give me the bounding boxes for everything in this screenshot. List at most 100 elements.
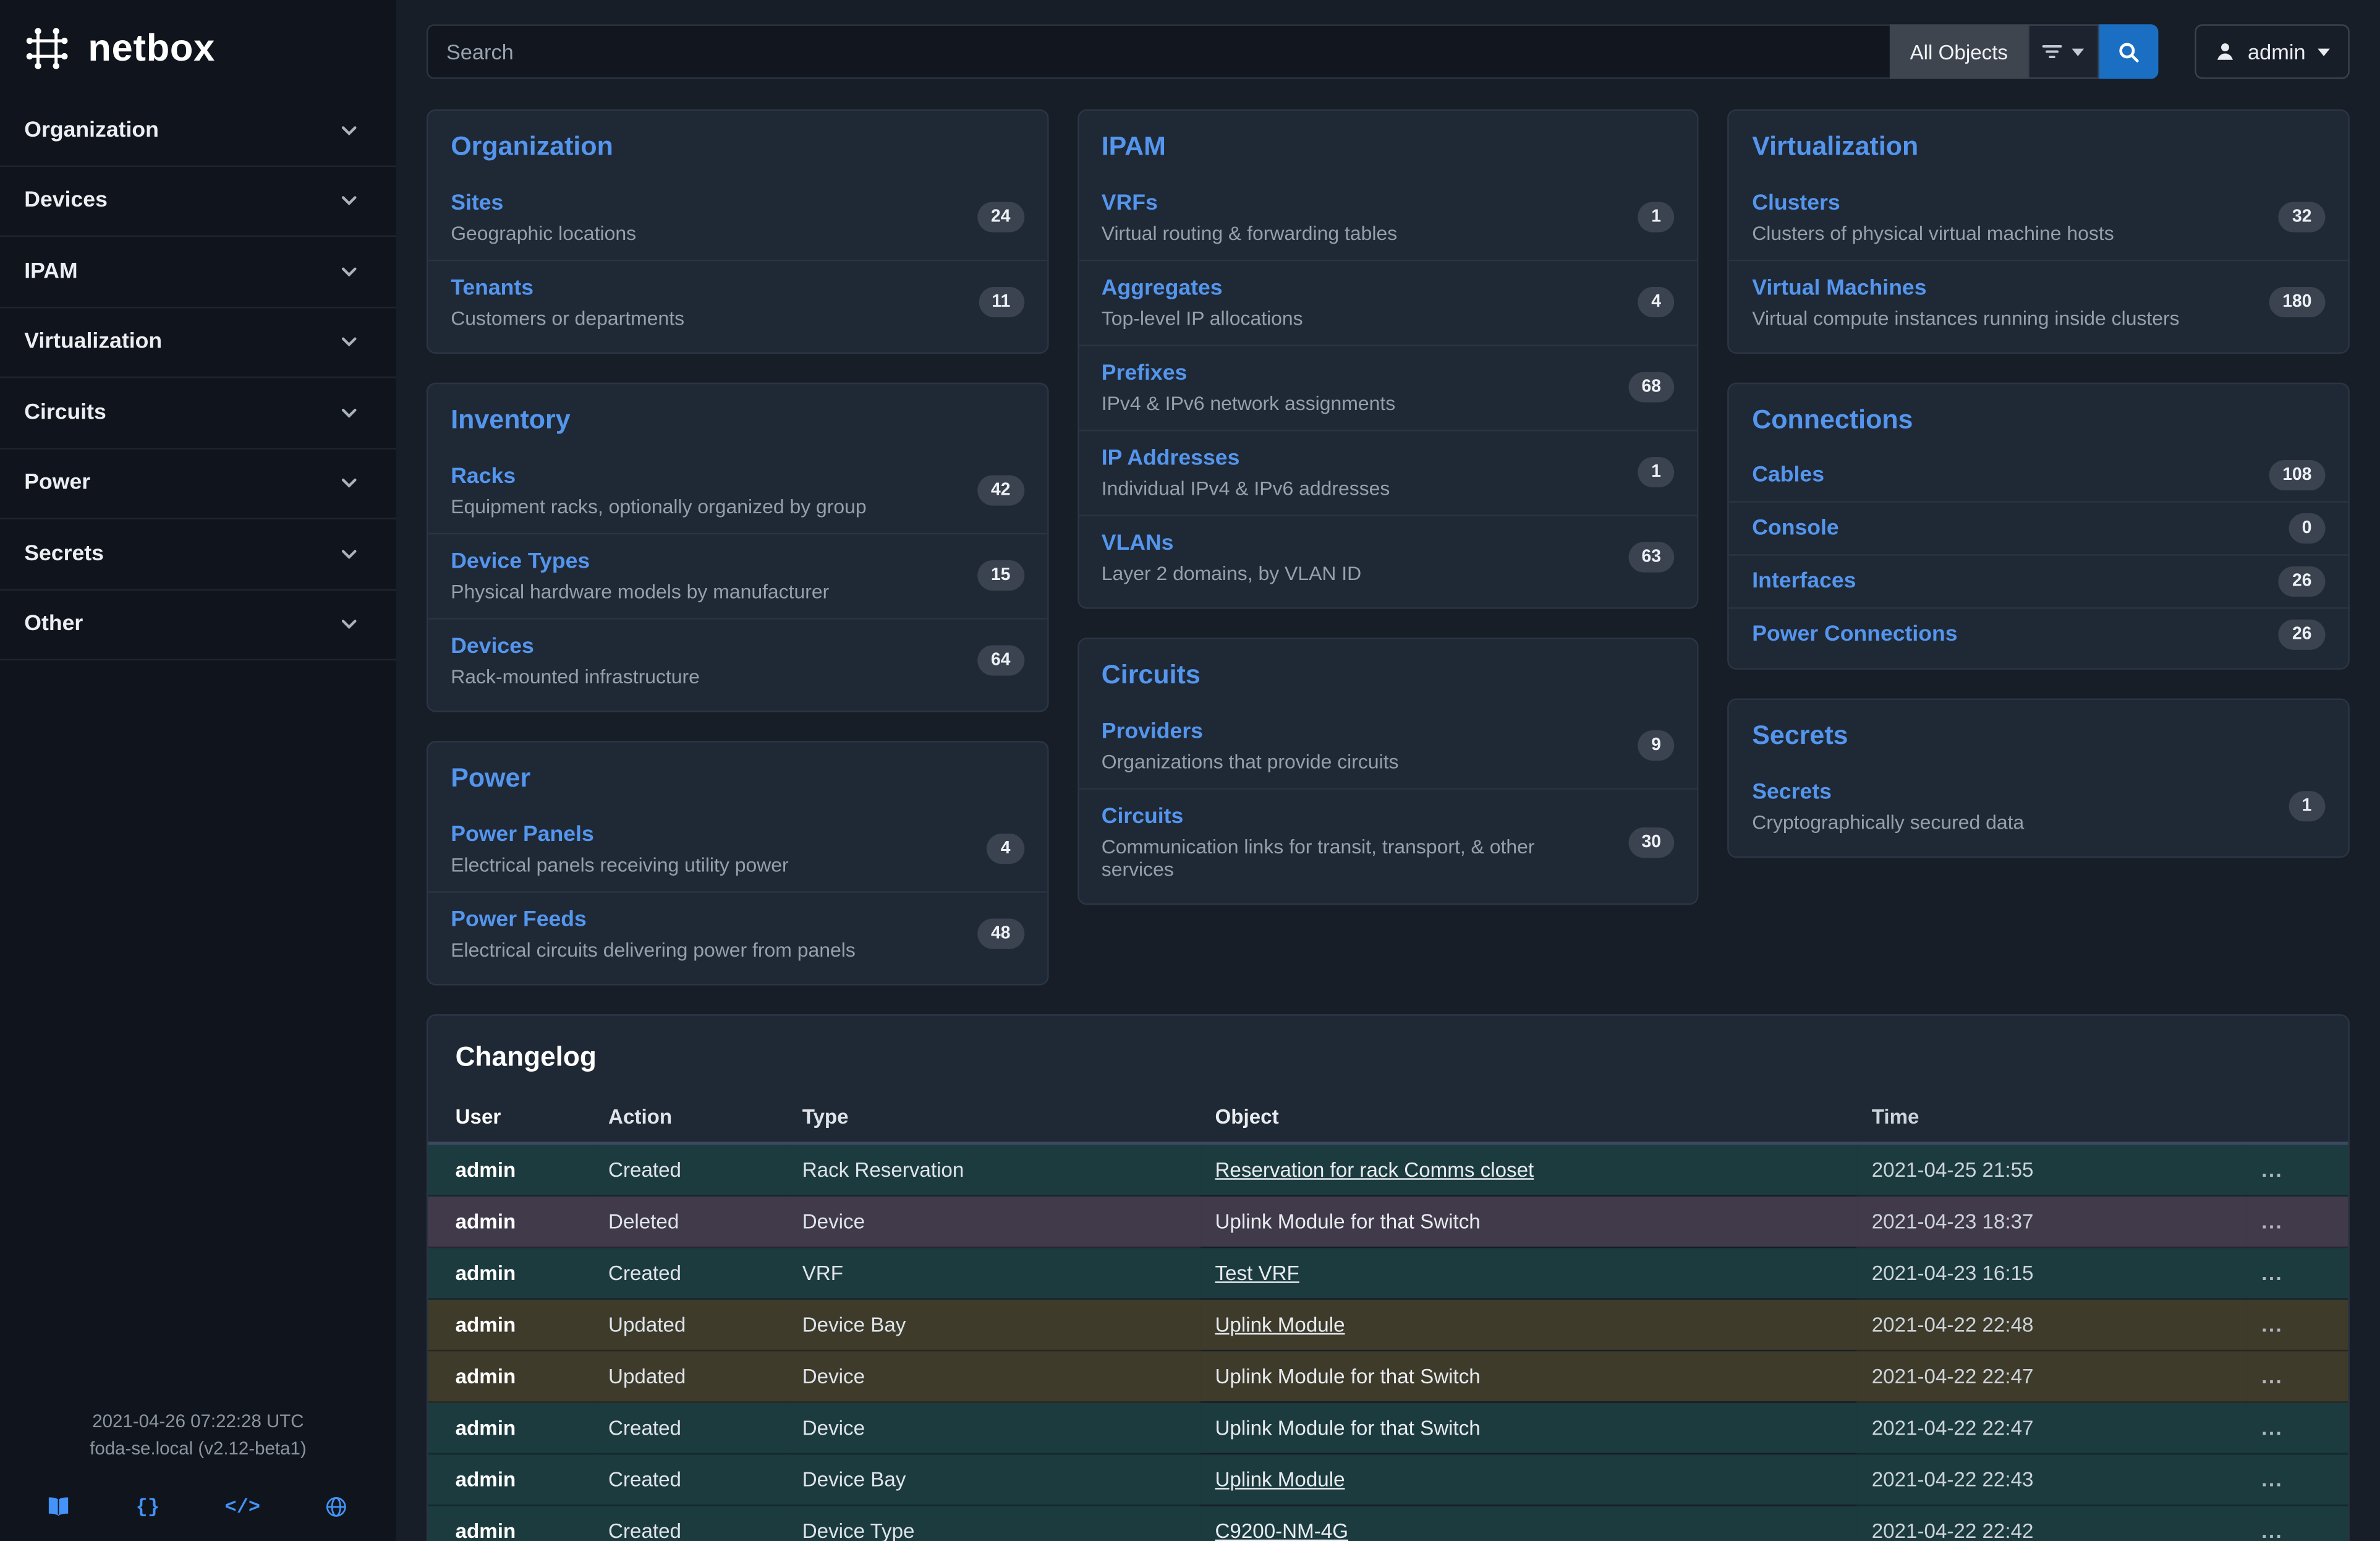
list-item-link[interactable]: Prefixes (1102, 361, 1188, 385)
list-item-link[interactable]: Cables (1752, 463, 1824, 487)
docs-link[interactable] (48, 1495, 70, 1518)
table-row-updated: admin Updated Device Uplink Module for t… (428, 1351, 2348, 1402)
list-item-link[interactable]: Providers (1102, 720, 1203, 744)
sidebar-item-devices[interactable]: Devices (0, 166, 396, 237)
cell-actions: ... (2246, 1351, 2348, 1402)
list-item-desc: Customers or departments (451, 307, 684, 330)
cell-type: Device (787, 1196, 1200, 1247)
cell-user: admin (428, 1454, 593, 1505)
server-time: 2021-04-26 07:22:28 UTC (0, 1409, 396, 1436)
row-menu-button[interactable]: ... (2261, 1261, 2283, 1284)
sidebar-item-power[interactable]: Power (0, 449, 396, 519)
card-title[interactable]: Circuits (1079, 639, 1698, 705)
card-title[interactable]: Connections (1729, 384, 2348, 450)
sidebar: netbox Organization Devices IPAM Virtual… (0, 0, 396, 1541)
search-submit-button[interactable] (2099, 24, 2158, 79)
count-badge: 1 (2289, 791, 2326, 821)
list-item-link[interactable]: Devices (451, 634, 534, 659)
sidebar-item-label: IPAM (24, 259, 77, 283)
row-menu-button[interactable]: ... (2261, 1158, 2283, 1181)
search-input[interactable] (427, 24, 1890, 79)
list-item-link[interactable]: Secrets (1752, 780, 1832, 805)
sidebar-item-organization[interactable]: Organization (0, 96, 396, 166)
list-item-link[interactable]: Aggregates (1102, 276, 1223, 301)
row-menu-button[interactable]: ... (2261, 1210, 2283, 1233)
list-item-link[interactable]: VLANs (1102, 531, 1174, 555)
search-scope-button[interactable]: All Objects (1890, 24, 2028, 79)
row-menu-button[interactable]: ... (2261, 1365, 2283, 1388)
row-menu-button[interactable]: ... (2261, 1313, 2283, 1336)
cell-time: 2021-04-23 16:15 (1856, 1247, 2246, 1299)
list-item-desc: IPv4 & IPv6 network assignments (1102, 391, 1395, 414)
list-item-link[interactable]: Racks (451, 464, 516, 489)
list-item-text: Aggregates Top-level IP allocations (1102, 275, 1303, 329)
user-menu-button[interactable]: admin (2195, 24, 2350, 79)
cell-object: Uplink Module for that Switch (1200, 1402, 1856, 1453)
chevron-down-icon (339, 402, 360, 423)
row-menu-button[interactable]: ... (2261, 1468, 2283, 1491)
list-item-tenants: Tenants Customers or departments 11 (428, 260, 1047, 344)
card-title[interactable]: Power (428, 743, 1047, 808)
sidebar-item-circuits[interactable]: Circuits (0, 378, 396, 448)
list-item-text: Power Panels Electrical panels receiving… (451, 821, 788, 876)
sidebar-item-secrets[interactable]: Secrets (0, 519, 396, 590)
source-code-link[interactable]: </> (225, 1495, 260, 1518)
object-link[interactable]: Uplink Module (1215, 1313, 1345, 1336)
list-item-link[interactable]: VRFs (1102, 191, 1158, 215)
cell-action: Updated (593, 1299, 787, 1351)
list-item-link[interactable]: Interfaces (1752, 570, 1856, 594)
search-filter-button[interactable] (2028, 24, 2099, 79)
list-item-desc: Equipment racks, optionally organized by… (451, 495, 866, 518)
list-item-link[interactable]: Tenants (451, 276, 533, 301)
rest-api-link[interactable]: {} (136, 1495, 159, 1518)
card-organization: Organization Sites Geographic locations … (427, 109, 1048, 354)
object-link[interactable]: C9200-NM-4G (1215, 1520, 1348, 1541)
sidebar-item-ipam[interactable]: IPAM (0, 237, 396, 307)
card-title[interactable]: Virtualization (1729, 111, 2348, 176)
list-item-link[interactable]: Power Feeds (451, 908, 587, 932)
card-title[interactable]: Secrets (1729, 700, 2348, 766)
object-link[interactable]: Uplink Module (1215, 1468, 1345, 1491)
list-item-link[interactable]: Power Panels (451, 823, 594, 847)
list-item-link[interactable]: Device Types (451, 550, 590, 574)
list-item-link[interactable]: Circuits (1102, 805, 1184, 829)
list-item-link[interactable]: Sites (451, 191, 503, 215)
table-row-created: admin Created Device Type C9200-NM-4G 20… (428, 1505, 2348, 1541)
card-circuits: Circuits Providers Organizations that pr… (1077, 638, 1699, 905)
cell-type: Device Bay (787, 1454, 1200, 1505)
community-link[interactable] (326, 1495, 349, 1518)
sidebar-item-virtualization[interactable]: Virtualization (0, 307, 396, 378)
list-item-link[interactable]: Console (1752, 516, 1838, 540)
card-column-3: Virtualization Clusters Clusters of phys… (1728, 109, 2350, 858)
count-badge: 1 (1638, 457, 1675, 487)
cell-action: Created (593, 1143, 787, 1196)
table-row-created: admin Created VRF Test VRF 2021-04-23 16… (428, 1247, 2348, 1299)
list-item-link[interactable]: Power Connections (1752, 623, 1957, 647)
changelog-title: Changelog (428, 1016, 2348, 1092)
list-item-link[interactable]: Virtual Machines (1752, 276, 1926, 301)
object-link[interactable]: Reservation for rack Comms closet (1215, 1158, 1534, 1181)
cell-user: admin (428, 1196, 593, 1247)
list-item-desc: Organizations that provide circuits (1102, 750, 1399, 773)
server-host: foda-se.local (v2.12-beta1) (0, 1436, 396, 1462)
cell-action: Created (593, 1454, 787, 1505)
brand-name: netbox (88, 27, 215, 70)
row-menu-button[interactable]: ... (2261, 1520, 2283, 1541)
cell-user: admin (428, 1247, 593, 1299)
brand-home-link[interactable]: netbox (0, 0, 396, 96)
card-title[interactable]: IPAM (1079, 111, 1698, 176)
cell-actions: ... (2246, 1143, 2348, 1196)
row-menu-button[interactable]: ... (2261, 1417, 2283, 1440)
cell-object: Uplink Module for that Switch (1200, 1351, 1856, 1402)
list-item-text: Circuits Communication links for transit… (1102, 803, 1610, 881)
cell-action: Created (593, 1247, 787, 1299)
list-item-link[interactable]: IP Addresses (1102, 446, 1240, 471)
list-item-aggregates: Aggregates Top-level IP allocations 4 (1079, 260, 1698, 344)
list-item-link[interactable]: Clusters (1752, 191, 1840, 215)
sidebar-item-other[interactable]: Other (0, 590, 396, 660)
card-title[interactable]: Inventory (428, 384, 1047, 450)
object-link[interactable]: Test VRF (1215, 1261, 1299, 1284)
card-title[interactable]: Organization (428, 111, 1047, 176)
card-items: Clusters Clusters of physical virtual ma… (1729, 176, 2348, 345)
card-column-1: Organization Sites Geographic locations … (427, 109, 1048, 986)
